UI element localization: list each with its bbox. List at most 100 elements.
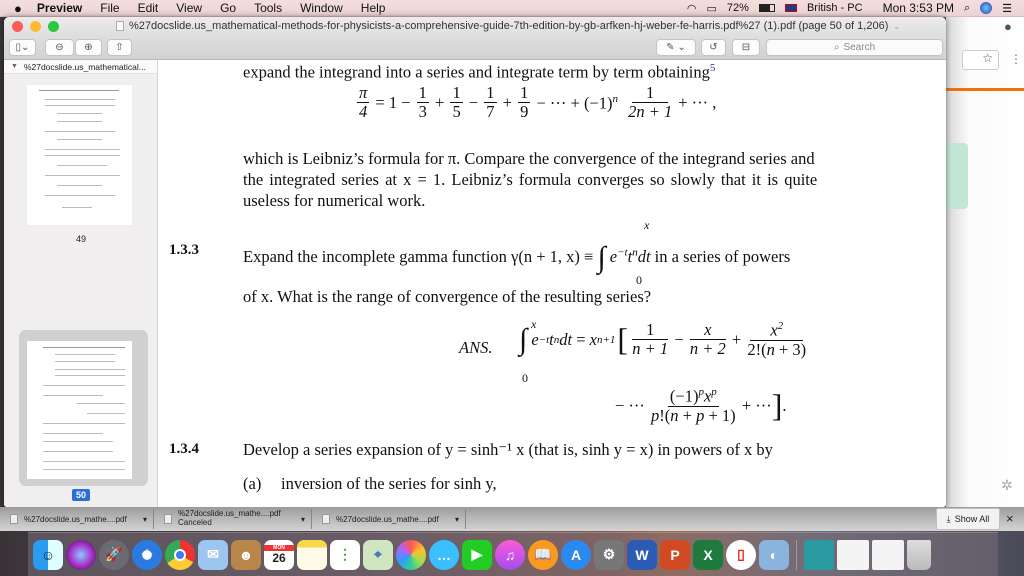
facetime-icon[interactable]: ▶ [462, 539, 492, 570]
chrome-menu-icon[interactable]: ⋮ [1010, 52, 1022, 66]
launchpad-icon[interactable]: 🚀 [99, 539, 129, 570]
notes-icon[interactable] [297, 539, 327, 570]
app-store-icon[interactable]: A [561, 539, 591, 570]
green-panel [946, 143, 968, 209]
part-a-text: inversion of the series for sinh y, [281, 474, 497, 493]
excel-icon[interactable]: X [693, 539, 723, 570]
paragraph-line-2: the integrated series at x = 1. Leibniz’… [243, 170, 818, 189]
download-menu-icon[interactable]: ▾ [455, 515, 459, 524]
mail-icon[interactable]: ✉ [198, 539, 228, 570]
menu-help[interactable]: Help [352, 1, 395, 15]
battery-percent[interactable]: 72% [727, 2, 749, 14]
markup-button[interactable]: ✎ ⌄ [656, 39, 696, 56]
battery-icon[interactable] [758, 4, 775, 12]
rotate-button[interactable]: ↺ [701, 39, 726, 56]
wifi-icon[interactable]: ◠ [687, 2, 697, 15]
safari-icon[interactable]: ✧ [132, 539, 162, 570]
title-chevron-icon[interactable]: ⌄ [893, 22, 900, 31]
document-icon[interactable] [837, 539, 869, 570]
page-thumbnail-50[interactable] [27, 341, 132, 479]
itunes-icon[interactable]: ♫ [495, 539, 525, 570]
search-field[interactable]: ⌕ Search [766, 39, 943, 56]
zoom-in-button[interactable]: ⊕ [75, 39, 102, 56]
contacts-icon[interactable]: ☻ [231, 539, 261, 570]
sidebar-toggle-button[interactable]: ▯⌄ [9, 39, 36, 56]
download-status: Canceled [178, 518, 212, 527]
menu-edit[interactable]: Edit [129, 1, 168, 15]
photos-icon[interactable] [396, 539, 426, 570]
book-document-icon[interactable] [804, 539, 834, 570]
menu-window[interactable]: Window [291, 1, 352, 15]
toolbox-button[interactable]: ⊟ [732, 39, 760, 56]
powerpoint-icon[interactable]: P [660, 539, 690, 570]
input-source[interactable]: British - PC [807, 2, 863, 14]
search-icon: ⌕ [833, 42, 840, 53]
apple-menu-icon[interactable]: ● [0, 1, 28, 16]
word-icon[interactable]: W [627, 539, 657, 570]
trash-icon[interactable] [907, 539, 931, 570]
download-menu-icon[interactable]: ▾ [301, 515, 305, 524]
thumbnail-sidebar: ▼ %27docslide.us_mathematical... 49 50 [4, 60, 158, 507]
settings-gear-icon[interactable]: ✲ [1001, 477, 1013, 494]
siri-icon[interactable] [66, 539, 96, 570]
chrome-icon[interactable] [165, 539, 195, 570]
leibniz-equation: π4 = 1 − 13 + 15 − 17 + 19 − ··· + (−1)n… [357, 83, 717, 122]
answer-label: ANS. [459, 338, 493, 357]
exercise-1-3-4-text: Develop a series expansion of y = sinh⁻¹… [243, 440, 773, 459]
menu-file[interactable]: File [91, 1, 128, 15]
search-placeholder: Search [843, 42, 876, 53]
finder-icon[interactable]: ☺ [33, 539, 63, 570]
background-browser-window: ● ☆ ⋮ ✲ [946, 17, 1024, 507]
office-installer-icon[interactable]: ▯ [726, 539, 756, 570]
window-title[interactable]: %27docslide.us_mathematical-methods-for-… [129, 20, 888, 32]
page-thumbnail-49[interactable] [27, 85, 132, 225]
show-all-button[interactable]: ⤓ Show All [936, 508, 1000, 530]
sidebar-header[interactable]: ▼ %27docslide.us_mathematical... [4, 60, 157, 74]
zoom-out-button[interactable]: ⊖ [45, 39, 74, 56]
pdf-document-icon [116, 21, 124, 31]
download-item[interactable]: %27docslide.us_mathe....pdf ▾ [4, 509, 154, 529]
calendar-icon[interactable]: MON 26 [264, 539, 294, 570]
close-downloads-button[interactable]: × [1006, 511, 1014, 526]
preview-icon[interactable]: ◐ [759, 539, 789, 570]
sidebar-document-name: %27docslide.us_mathematical... [23, 61, 146, 72]
integral-lower-limit: 0 [636, 273, 642, 287]
menu-go[interactable]: Go [211, 1, 245, 15]
minimize-window-button[interactable] [30, 21, 41, 32]
notification-center-icon[interactable]: ☰ [1002, 2, 1012, 15]
close-window-button[interactable] [12, 21, 23, 32]
footnote-marker[interactable]: 5 [710, 62, 716, 74]
messages-icon[interactable]: … [429, 539, 459, 570]
pdf-file-icon [164, 514, 172, 524]
download-item[interactable]: %27docslide.us_mathe....pdf Canceled ▾ [158, 509, 312, 529]
disclosure-triangle-icon[interactable]: ▼ [11, 63, 18, 70]
reminders-icon[interactable]: ⋮ [330, 539, 360, 570]
dock-separator [796, 539, 797, 570]
pdf-file-icon [322, 514, 330, 524]
maps-icon[interactable]: ⌖ [363, 539, 393, 570]
bookmark-star-icon[interactable]: ☆ [962, 50, 999, 70]
dock: ☺ 🚀 ✧ ✉ ☻ MON 26 ⋮ ⌖ … ▶ ♫ 📖 A ⚙ W P X ▯ … [28, 532, 998, 576]
document-icon[interactable] [872, 539, 904, 570]
ibooks-icon[interactable]: 📖 [528, 539, 558, 570]
menu-view[interactable]: View [167, 1, 211, 15]
answer-equation: ∫ e −t t n dt = x n+1 [ 1n + 1 − xn + 2 + x2 2… [519, 319, 807, 359]
menu-tools[interactable]: Tools [245, 1, 291, 15]
share-button[interactable]: ⇧ [107, 39, 132, 56]
airplay-icon[interactable]: ▭ [707, 2, 717, 15]
exercise-number-1-3-3: 1.3.3 [169, 242, 199, 258]
system-preferences-icon[interactable]: ⚙ [594, 539, 624, 570]
siri-icon[interactable] [980, 2, 993, 14]
clock[interactable]: Mon 3:53 PM [883, 1, 954, 15]
download-item[interactable]: %27docslide.us_mathe....pdf ▾ [316, 509, 466, 529]
exercise-number-1-3-4: 1.3.4 [169, 441, 199, 457]
exercise-1-3-3-text: Expand the incomplete gamma function γ(n… [243, 241, 791, 274]
download-menu-icon[interactable]: ▾ [143, 515, 147, 524]
menu-app-name[interactable]: Preview [28, 1, 91, 15]
spotlight-icon[interactable]: ⌕ [964, 2, 970, 15]
paragraph-line-3: useless for numerical work. [243, 191, 426, 210]
paragraph-line-1: which is Leibniz’s formula for π. Compar… [243, 149, 815, 168]
menu-bar: ● Preview File Edit View Go Tools Window… [0, 0, 1024, 17]
zoom-window-button[interactable] [48, 21, 59, 32]
profile-icon[interactable]: ● [1004, 19, 1012, 34]
